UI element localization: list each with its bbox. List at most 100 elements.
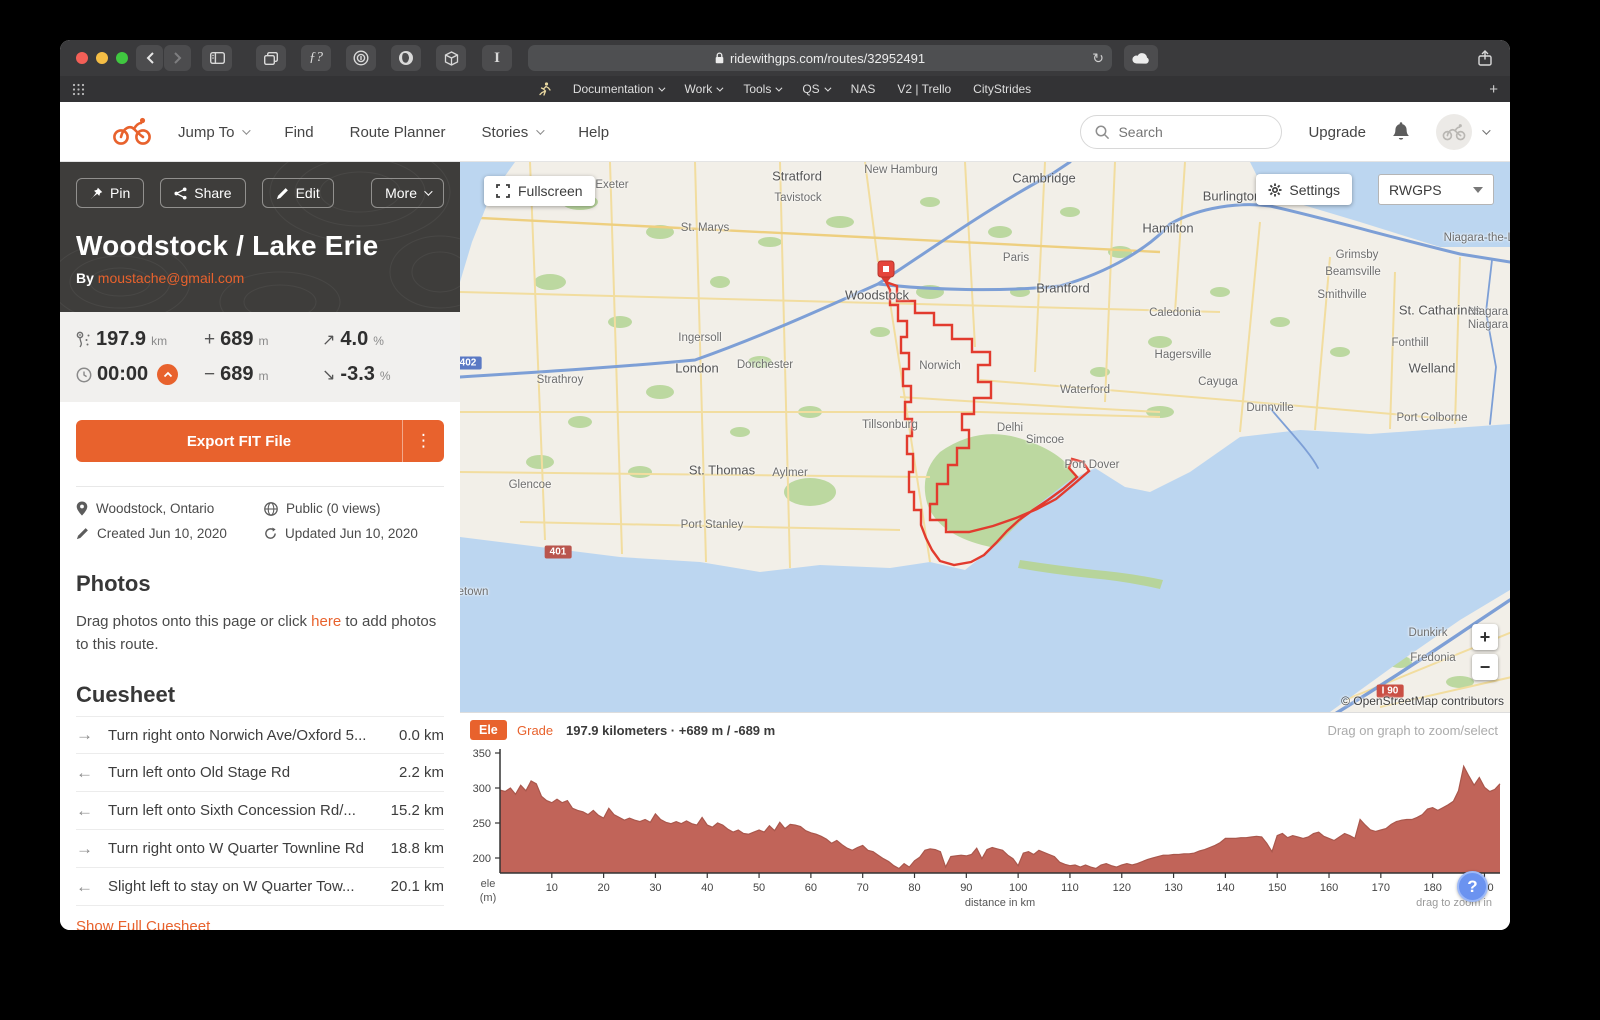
- more-label: More: [385, 185, 417, 201]
- upgrade-link[interactable]: Upgrade: [1308, 124, 1366, 141]
- fullscreen-button[interactable]: Fullscreen: [484, 176, 595, 206]
- search-icon: [1095, 125, 1110, 140]
- cue-distance: 18.8 km: [380, 840, 444, 857]
- x-tick-label: 130: [1164, 882, 1182, 894]
- new-bookmark-button[interactable]: +: [1489, 81, 1498, 98]
- tab-overview-button[interactable]: [256, 45, 286, 71]
- bookmark-items: Documentation Work Tools QS NAS V2 | Trello Ci…: [60, 82, 1510, 96]
- help-button[interactable]: ?: [1457, 871, 1488, 902]
- close-window-button[interactable]: [76, 52, 88, 64]
- more-menu-button[interactable]: More: [371, 178, 444, 208]
- chevron-up-icon: [163, 371, 173, 378]
- route-sidebar: Pin Share Edit More Woodstock /: [60, 162, 460, 930]
- route-map[interactable]: ExeterStratfordNew HamburgTavistockCambr…: [460, 162, 1510, 712]
- share-route-button[interactable]: Share: [160, 178, 245, 208]
- notifications-button[interactable]: [1392, 122, 1410, 142]
- sidebar-toggle-button[interactable]: [202, 45, 232, 71]
- x-tick-label: 100: [1009, 882, 1027, 894]
- duckduckgo-button[interactable]: [391, 45, 421, 71]
- browser-title-bar: ƒ? I ridewithgps.com/routes/32952491 ↻: [60, 40, 1510, 76]
- nav-link-label: Find: [284, 124, 313, 141]
- add-photos-link[interactable]: here: [311, 613, 341, 630]
- bookmark-item[interactable]: Tools: [743, 82, 780, 96]
- gear-icon: [1268, 183, 1282, 197]
- instapaper-button[interactable]: I: [482, 45, 512, 71]
- x-tick-label: 70: [857, 882, 869, 894]
- chevron-down-icon: [776, 84, 783, 91]
- photos-heading: Photos: [76, 571, 444, 597]
- cloud-icon: [1132, 53, 1150, 64]
- cuesheet-row[interactable]: →Turn right onto Norwich Ave/Oxford 5...…: [76, 716, 444, 754]
- ridewithgps-logo[interactable]: [112, 116, 152, 151]
- keyhole-circle-icon: [353, 50, 369, 66]
- search-box[interactable]: [1080, 115, 1282, 149]
- bell-icon: [1392, 122, 1410, 142]
- osm-attribution[interactable]: © OpenStreetMap contributors: [1341, 694, 1504, 708]
- pencil-icon: [276, 187, 289, 200]
- elevation-chart[interactable]: 2002503003501020304050607080901001101201…: [460, 713, 1510, 930]
- userscripts-button[interactable]: ƒ?: [301, 45, 331, 71]
- export-fit-button[interactable]: Export FIT File ⋮: [76, 420, 444, 462]
- cue-distance: 20.1 km: [380, 878, 444, 895]
- site-header: Jump To Find Route Planner Stories Help Upgr…: [60, 102, 1510, 162]
- nav-link-label: Stories: [482, 124, 529, 141]
- minimize-window-button[interactable]: [96, 52, 108, 64]
- zoom-window-button[interactable]: [116, 52, 128, 64]
- account-menu-chevron[interactable]: [1482, 126, 1490, 134]
- export-options-button[interactable]: ⋮: [402, 420, 444, 462]
- onepassword-button[interactable]: [346, 45, 376, 71]
- browser-window: ƒ? I ridewithgps.com/routes/32952491 ↻: [60, 40, 1510, 930]
- cuesheet-row[interactable]: ←Slight left to stay on W Quarter Tow...…: [76, 868, 444, 906]
- nav-link-stories[interactable]: Stories: [482, 124, 543, 141]
- nav-link-route-planner[interactable]: Route Planner: [350, 124, 446, 141]
- forward-button[interactable]: [164, 45, 191, 71]
- cue-instruction: Turn right onto W Quarter Townline Rd: [108, 840, 380, 857]
- y-tick-label: 350: [473, 748, 491, 760]
- back-button[interactable]: [136, 45, 163, 71]
- cuesheet-row[interactable]: ←Turn left onto Sixth Concession Rd/...1…: [76, 792, 444, 830]
- bookmark-item[interactable]: Work: [685, 82, 722, 96]
- primary-nav: Jump To Find Route Planner Stories Help: [178, 102, 609, 162]
- cue-distance: 2.2 km: [380, 764, 444, 781]
- url-field[interactable]: ridewithgps.com/routes/32952491 ↻: [528, 45, 1112, 71]
- nav-link-jump-to[interactable]: Jump To: [178, 124, 248, 141]
- search-input[interactable]: [1118, 124, 1258, 140]
- runner-icon: [539, 82, 551, 96]
- meta-pencil: Created Jun 10, 2020: [76, 526, 256, 541]
- bookmark-item[interactable]: V2 | Trello: [897, 82, 951, 96]
- cuesheet-row[interactable]: →Turn right onto W Quarter Townline Rd18…: [76, 830, 444, 868]
- pin-button[interactable]: Pin: [76, 178, 144, 208]
- bookmark-item[interactable]: Documentation: [573, 82, 663, 96]
- x-tick-label: 30: [649, 882, 661, 894]
- bookmark-item[interactable]: CityStrides: [973, 82, 1031, 96]
- distance-value: 197.9: [96, 328, 146, 351]
- route-header: Pin Share Edit More Woodstock /: [60, 162, 460, 312]
- basemap-select[interactable]: RWGPS: [1378, 174, 1494, 205]
- avatar[interactable]: [1436, 114, 1472, 150]
- bookmark-item[interactable]: NAS: [851, 82, 876, 96]
- show-full-cuesheet-link[interactable]: Show Full Cuesheet: [76, 918, 210, 930]
- map-zoom-out-button[interactable]: −: [1472, 654, 1498, 680]
- edit-route-button[interactable]: Edit: [262, 178, 334, 208]
- icloud-tabs-button[interactable]: [1124, 45, 1158, 71]
- arrow-up-right-icon: ↗: [322, 330, 335, 350]
- cue-instruction: Turn left onto Old Stage Rd: [108, 764, 380, 781]
- x-tick-label: 10: [546, 882, 558, 894]
- share-button[interactable]: [1470, 45, 1500, 71]
- arrow-down-right-icon: ↘: [322, 365, 335, 385]
- author-link[interactable]: moustache@gmail.com: [98, 270, 245, 286]
- reload-button[interactable]: ↻: [1092, 50, 1104, 67]
- meta-text: Public (0 views): [286, 501, 381, 516]
- extension-box-button[interactable]: [436, 45, 466, 71]
- nav-link-find[interactable]: Find: [284, 124, 313, 141]
- cuesheet-row[interactable]: ←Turn left onto Old Stage Rd2.2 km: [76, 754, 444, 792]
- nav-link-help[interactable]: Help: [578, 124, 609, 141]
- chevron-down-icon: [658, 84, 665, 91]
- bookmark-label: QS: [802, 82, 819, 96]
- expand-time-button[interactable]: [157, 364, 178, 385]
- photos-help-text: Drag photos onto this page or click here…: [76, 611, 444, 656]
- map-zoom-in-button[interactable]: +: [1472, 624, 1498, 650]
- map-settings-button[interactable]: Settings: [1256, 174, 1352, 205]
- bookmark-item[interactable]: QS: [802, 82, 828, 96]
- chevron-down-icon: [424, 187, 432, 195]
